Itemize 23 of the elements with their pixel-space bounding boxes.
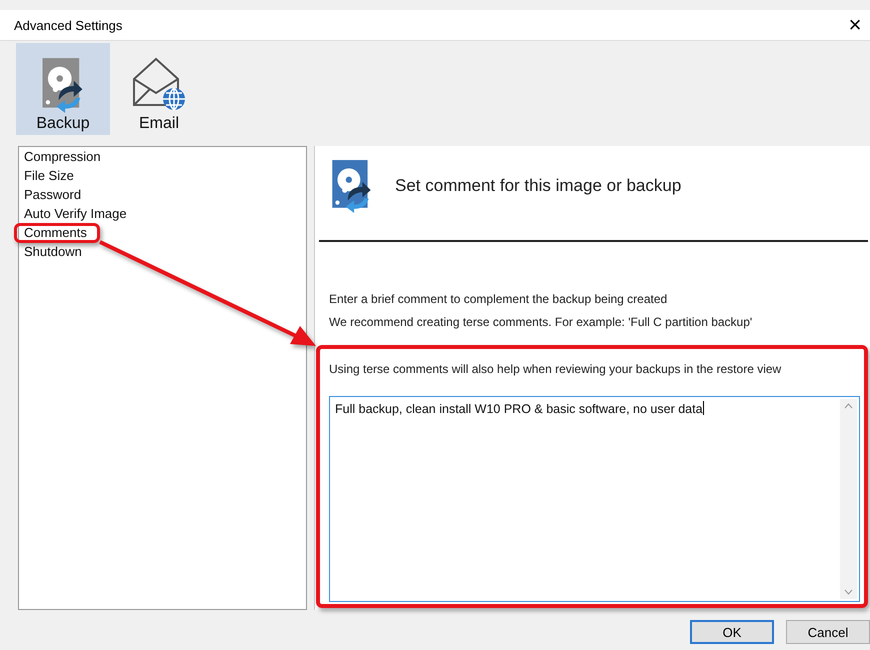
list-item[interactable]: Compression xyxy=(24,149,101,165)
hint-text: We recommend creating terse comments. For example: 'Full C partition backup' xyxy=(329,314,752,331)
toolbar-tab[interactable]: Backup xyxy=(16,43,110,135)
ok-button[interactable]: OK xyxy=(690,620,774,644)
hint-text: Enter a brief comment to complement the backup being created xyxy=(329,291,668,308)
panel-title: Set comment for this image or backup xyxy=(395,176,682,196)
envelope-globe-icon xyxy=(130,55,188,113)
hint-text: Using terse comments will also help when reviewing your backups in the restore view xyxy=(329,361,782,378)
list-item[interactable]: Comments xyxy=(24,225,87,241)
chevron-up-icon[interactable] xyxy=(844,403,853,409)
list-item[interactable]: Password xyxy=(24,187,82,203)
list-item[interactable]: Shutdown xyxy=(24,244,82,260)
close-button[interactable]: × xyxy=(840,12,870,38)
scroll-bar[interactable] xyxy=(840,399,857,599)
drive-arrows-icon xyxy=(331,159,373,213)
list-item[interactable]: Auto Verify Image xyxy=(24,206,127,222)
list-item[interactable]: File Size xyxy=(24,168,74,184)
chevron-down-icon[interactable] xyxy=(844,589,853,595)
cancel-button[interactable]: Cancel xyxy=(786,620,870,644)
drive-arrows-icon xyxy=(41,57,85,113)
comment-field[interactable]: Full backup, clean install W10 PRO & basic software, no user data xyxy=(329,396,860,602)
toolbar-tab[interactable]: Email xyxy=(112,43,206,135)
window-title: Advanced Settings xyxy=(14,18,122,32)
